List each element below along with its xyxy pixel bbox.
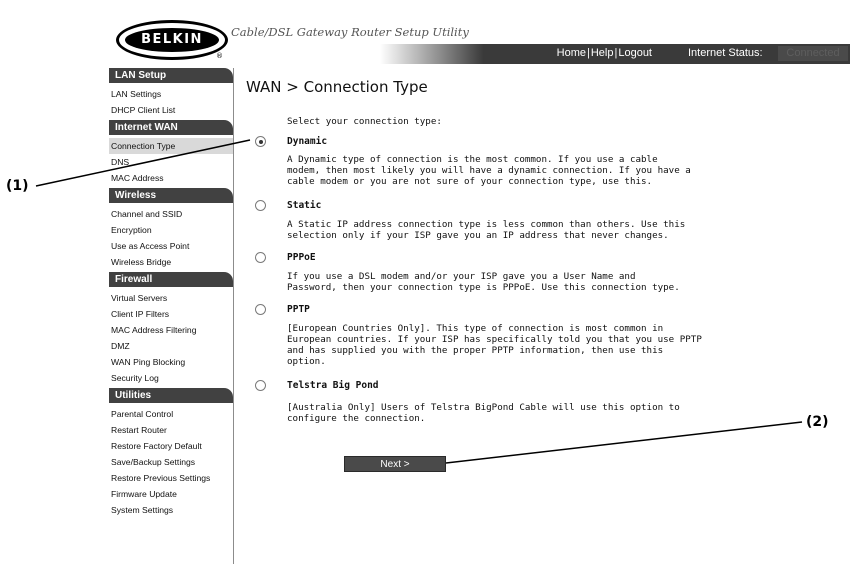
callout-label-2: (2): [806, 414, 829, 430]
callout-label-1: (1): [6, 178, 29, 194]
callout-line-1: [35, 139, 251, 187]
callout-line-2: [445, 421, 803, 464]
callout-lines: [35, 139, 803, 464]
